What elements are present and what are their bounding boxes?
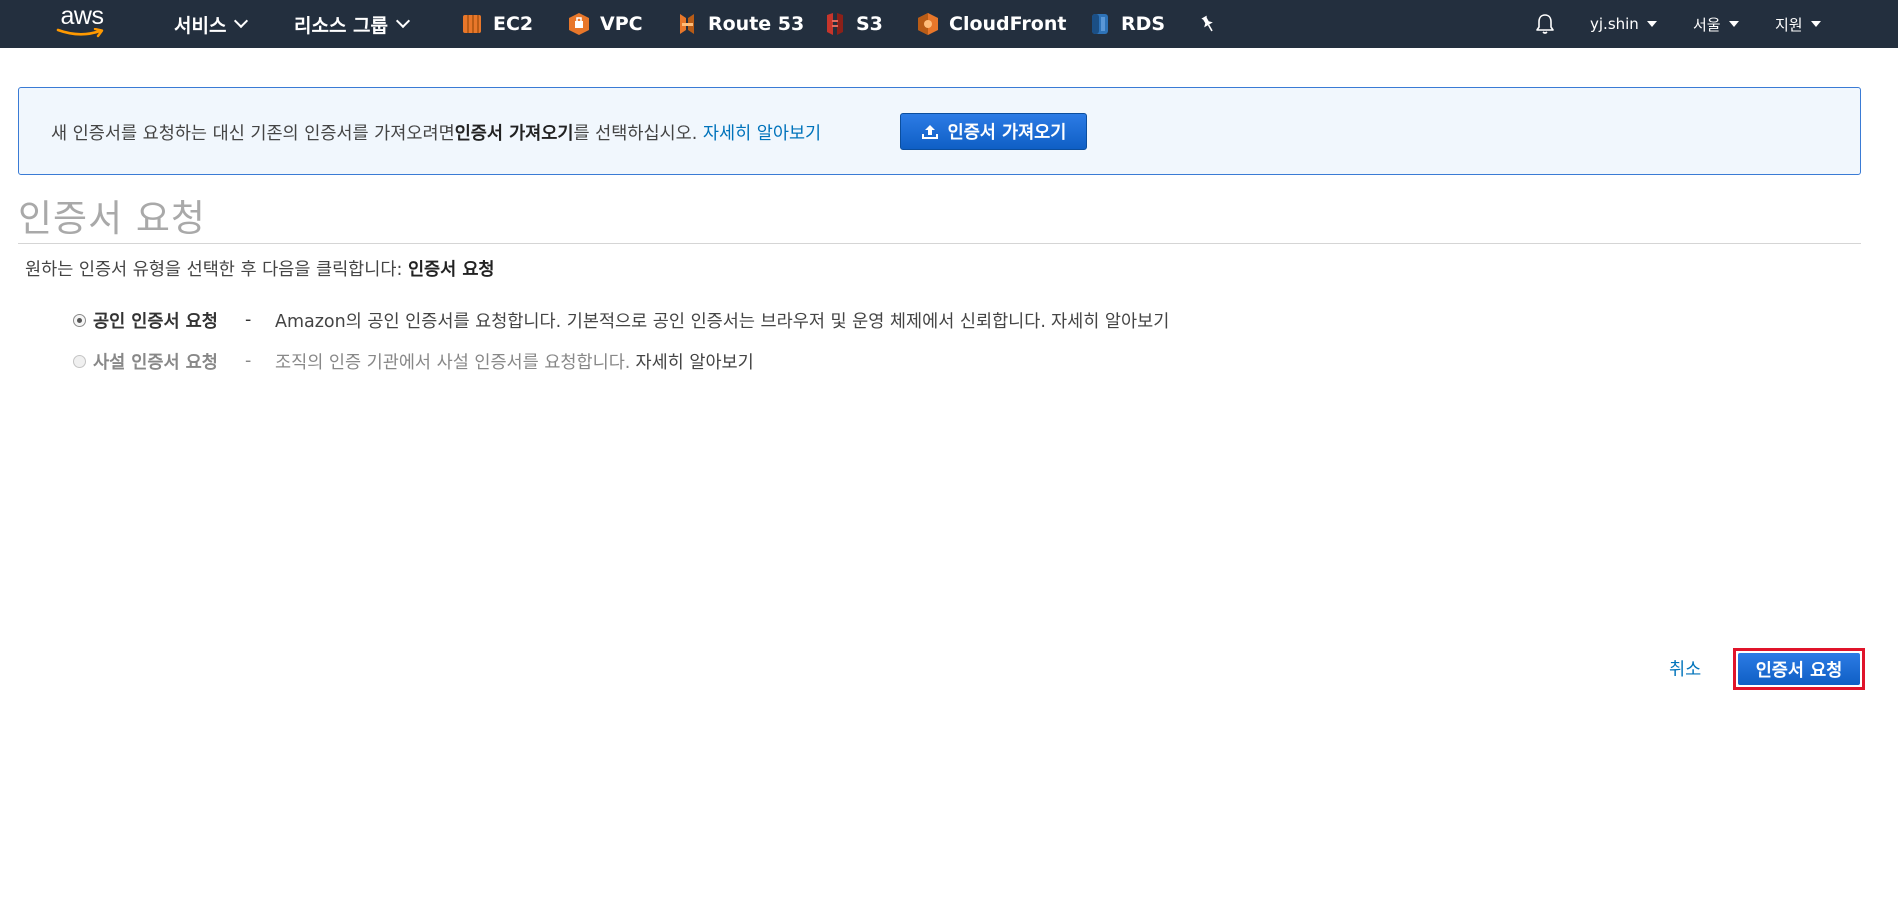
upload-icon: [921, 124, 938, 139]
instruction-text: 원하는 인증서 유형을 선택한 후 다음을 클릭합니다: 인증서 요청: [25, 256, 495, 281]
cloudfront-icon: [918, 13, 938, 35]
private-certificate-label[interactable]: 사설 인증서 요청: [93, 349, 245, 374]
request-certificate-button[interactable]: 인증서 요청: [1738, 653, 1860, 685]
public-certificate-label[interactable]: 공인 인증서 요청: [93, 308, 245, 333]
caret-down-icon: [1810, 21, 1821, 27]
top-navigation-bar: aws 서비스 리소스 그룹 EC2 VPC Route 53 S3 Cloud…: [0, 0, 1898, 48]
resource-groups-menu[interactable]: 리소스 그룹: [294, 0, 411, 48]
info-text-before: 새 인증서를 요청하는 대신 기존의 인증서를 가져오려면: [51, 123, 455, 144]
shortcut-route53-label: Route 53: [708, 13, 805, 35]
private-certificate-radio[interactable]: [73, 354, 86, 368]
vpc-icon: [569, 13, 589, 35]
private-learn-more-link[interactable]: 자세히 알아보기: [635, 349, 753, 374]
rds-icon: [1092, 14, 1108, 34]
public-certificate-dash: -: [245, 310, 252, 330]
resource-groups-label: 리소스 그룹: [294, 14, 389, 37]
caret-down-icon: [1728, 21, 1739, 27]
region-name: 서울: [1693, 15, 1721, 34]
s3-icon: [827, 13, 843, 35]
shortcut-route53[interactable]: Route 53: [676, 0, 804, 48]
instruction-prefix: 원하는 인증서 유형을 선택한 후 다음을 클릭합니다:: [25, 260, 408, 280]
shortcut-s3-label: S3: [856, 13, 883, 35]
request-certificate-button-highlight: 인증서 요청: [1733, 648, 1865, 690]
caret-down-icon: [1646, 21, 1657, 27]
pin-icon: [1201, 15, 1213, 32]
public-certificate-description: Amazon의 공인 인증서를 요청합니다. 기본적으로 공인 인증서는 브라우…: [275, 311, 1046, 332]
notifications-button[interactable]: [1535, 0, 1555, 48]
services-menu-label: 서비스: [174, 14, 227, 37]
ec2-icon: [463, 15, 481, 33]
aws-logo-text: aws: [60, 1, 104, 30]
route53-icon: [680, 14, 694, 34]
import-certificate-button[interactable]: 인증서 가져오기: [900, 113, 1087, 150]
shortcut-s3[interactable]: S3: [824, 0, 883, 48]
shortcut-cloudfront-label: CloudFront: [949, 13, 1067, 35]
public-certificate-radio[interactable]: [73, 313, 86, 327]
bell-icon: [1536, 14, 1554, 34]
import-info-text: 새 인증서를 요청하는 대신 기존의 인증서를 가져오려면 인증서 가져오기 를 …: [51, 88, 821, 176]
region-menu[interactable]: 서울: [1693, 0, 1739, 48]
title-divider: [18, 243, 1861, 244]
info-text-after: 를 선택하십시오.: [573, 123, 698, 144]
private-certificate-description: 조직의 인증 기관에서 사설 인증서를 요청합니다.: [275, 352, 631, 373]
shortcut-cloudfront[interactable]: CloudFront: [917, 0, 1066, 48]
shortcut-rds[interactable]: RDS: [1089, 0, 1165, 48]
user-name: yj.shin: [1590, 15, 1639, 33]
support-label: 지원: [1775, 15, 1803, 34]
cancel-link[interactable]: 취소: [1669, 656, 1701, 681]
shortcut-rds-label: RDS: [1121, 13, 1166, 35]
instruction-bold: 인증서 요청: [407, 260, 495, 280]
public-learn-more-link[interactable]: 자세히 알아보기: [1051, 308, 1169, 333]
option-private-certificate[interactable]: 사설 인증서 요청 - 조직의 인증 기관에서 사설 인증서를 요청합니다. 자…: [73, 348, 754, 374]
shortcut-vpc-label: VPC: [600, 13, 643, 35]
option-public-certificate[interactable]: 공인 인증서 요청 - Amazon의 공인 인증서를 요청합니다. 기본적으로…: [73, 307, 1169, 333]
services-menu[interactable]: 서비스: [174, 0, 249, 48]
shortcut-ec2-label: EC2: [493, 13, 534, 35]
support-menu[interactable]: 지원: [1775, 0, 1821, 48]
pin-button[interactable]: [1200, 0, 1216, 48]
info-learn-more-link[interactable]: 자세히 알아보기: [703, 120, 821, 145]
import-info-box: 새 인증서를 요청하는 대신 기존의 인증서를 가져오려면 인증서 가져오기 를 …: [18, 87, 1861, 175]
page-title: 인증서 요청: [18, 197, 206, 240]
aws-logo[interactable]: aws: [54, 0, 110, 48]
shortcut-ec2[interactable]: EC2: [461, 0, 533, 48]
chevron-down-icon: [395, 13, 411, 29]
shortcut-vpc[interactable]: VPC: [568, 0, 643, 48]
aws-smile-icon: [56, 27, 104, 37]
private-certificate-dash: -: [245, 351, 252, 371]
import-certificate-button-label: 인증서 가져오기: [947, 123, 1067, 143]
info-text-bold: 인증서 가져오기: [454, 123, 574, 144]
account-menu[interactable]: yj.shin: [1590, 0, 1657, 48]
chevron-down-icon: [234, 13, 249, 29]
